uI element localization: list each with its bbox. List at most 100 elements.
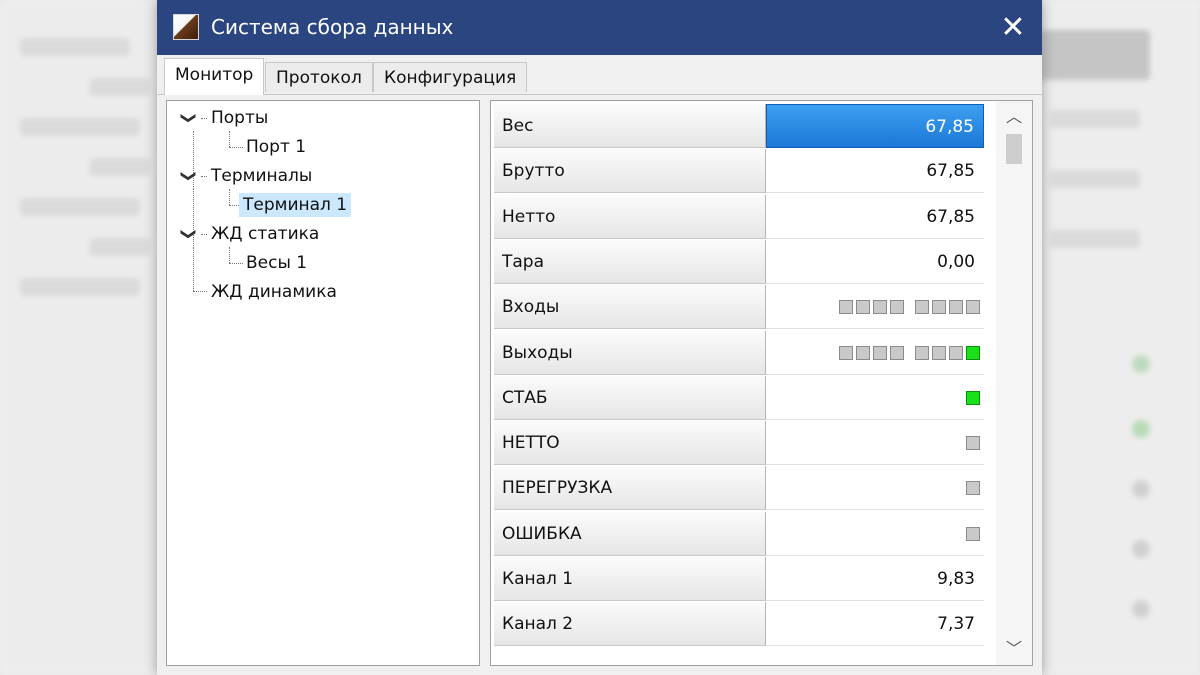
row-label: ОШИБКА (494, 511, 766, 556)
indicator-on-icon (966, 345, 980, 360)
tree-node-port-1[interactable]: Порт 1 (246, 135, 306, 159)
grid-row[interactable]: ПЕРЕГРУЗКА (494, 466, 984, 511)
scroll-down-button[interactable]: ﹀ (996, 633, 1032, 665)
background-window-left (0, 0, 160, 675)
grid-row[interactable]: Тара 0,00 (494, 239, 984, 285)
indicator-off-icon (932, 345, 946, 360)
indicator-off-icon (839, 345, 853, 360)
background-window-right (1040, 0, 1200, 675)
indicator-off-icon (873, 345, 887, 360)
grid-row[interactable]: Канал 1 9,83 (494, 557, 984, 602)
row-value[interactable] (766, 466, 984, 511)
indicator-off-icon (856, 345, 870, 360)
indicator-off-icon (949, 345, 963, 360)
row-value[interactable]: 7,37 (766, 602, 984, 647)
tree-node-ports[interactable]: Порты (211, 106, 268, 130)
indicator-off-icon (915, 345, 929, 360)
tree-node-rail-static[interactable]: ЖД статика (211, 222, 319, 246)
grid-row[interactable]: Брутто 67,85 (494, 149, 984, 194)
row-label: Вес (494, 104, 766, 148)
title-bar: Система сбора данных ✕ (157, 0, 1042, 55)
tree-node-rail-dynamic[interactable]: ЖД динамика (211, 280, 337, 304)
grid-row[interactable]: Канал 2 7,37 (494, 602, 984, 647)
row-label: Канал 2 (494, 602, 766, 647)
indicator-off-icon (966, 526, 980, 541)
chevron-down-icon[interactable]: ❯ (177, 224, 201, 244)
indicator-off-icon (915, 300, 929, 315)
grid-row[interactable]: НЕТТО (494, 421, 984, 466)
indicator-group (963, 481, 980, 496)
row-value[interactable]: 67,85 (766, 195, 984, 239)
grid-row[interactable]: Вес 67,85 (494, 104, 984, 149)
indicator-on-icon (966, 390, 980, 405)
tree-guide (229, 263, 243, 264)
indicator-off-icon (873, 300, 887, 315)
tree-guide (201, 118, 207, 119)
row-label: Нетто (494, 194, 766, 239)
row-value[interactable]: 67,85 (766, 149, 984, 194)
tree-node-terminals[interactable]: Терминалы (211, 164, 312, 188)
data-collection-window: Система сбора данных ✕ Монитор Протокол … (157, 0, 1042, 675)
window-title: Система сбора данных (211, 15, 454, 39)
chevron-down-icon[interactable]: ❯ (177, 166, 201, 186)
chevron-down-icon: ﹀ (1005, 639, 1022, 658)
tree-guide (229, 247, 230, 263)
indicator-off-icon (856, 300, 870, 315)
tab-bar: Монитор Протокол Конфигурация (157, 55, 1042, 95)
grid-row[interactable]: Выходы (494, 330, 984, 376)
indicator-off-icon (966, 300, 980, 315)
row-label: Входы (494, 285, 766, 330)
row-value[interactable] (766, 421, 984, 466)
tree-node-scales-1[interactable]: Весы 1 (246, 251, 307, 275)
tree-guide (229, 189, 230, 205)
row-label: СТАБ (494, 375, 766, 420)
row-label: НЕТТО (494, 421, 766, 466)
row-value[interactable] (766, 512, 984, 556)
device-tree[interactable]: ❯ Порты Порт 1 ❯ Терминалы Терминал 1 ❯ … (166, 100, 480, 666)
close-button[interactable]: ✕ (984, 0, 1042, 55)
indicator-off-icon (890, 345, 904, 360)
indicator-off-icon (839, 300, 853, 315)
row-value[interactable]: 67,85 (766, 104, 984, 148)
indicator-off-icon (890, 300, 904, 315)
tree-guide (229, 131, 230, 147)
indicator-off-icon (949, 300, 963, 315)
tab-divider (157, 94, 1042, 95)
row-label: Выходы (494, 330, 766, 375)
indicator-group (963, 390, 980, 405)
row-value[interactable] (766, 331, 984, 375)
indicator-off-icon (966, 481, 980, 496)
grid-row[interactable]: Входы (494, 285, 984, 330)
row-label: Канал 1 (494, 557, 766, 601)
tab-monitor[interactable]: Монитор (164, 58, 265, 95)
row-label: ПЕРЕГРУЗКА (494, 466, 766, 511)
indicator-group (963, 436, 980, 451)
row-label: Брутто (494, 149, 766, 194)
row-value[interactable]: 0,00 (766, 240, 984, 284)
row-value[interactable] (766, 376, 984, 420)
tree-guide (193, 291, 207, 292)
scroll-thumb[interactable] (1006, 134, 1022, 164)
tree-node-terminal-1[interactable]: Терминал 1 (239, 193, 352, 217)
chevron-down-icon[interactable]: ❯ (177, 108, 201, 128)
tree-guide (229, 147, 243, 148)
chevron-up-icon: ︿ (1005, 107, 1022, 126)
row-value[interactable]: 9,83 (766, 557, 984, 601)
grid-row[interactable]: Нетто 67,85 (494, 194, 984, 240)
tree-guide (193, 247, 194, 291)
close-icon: ✕ (1000, 9, 1026, 45)
row-label: Тара (494, 239, 766, 284)
indicator-group (836, 300, 980, 315)
app-icon (173, 14, 199, 40)
tab-protocol[interactable]: Протокол (265, 62, 373, 92)
indicator-group (963, 526, 980, 541)
indicator-off-icon (932, 300, 946, 315)
scroll-up-button[interactable]: ︿ (996, 101, 1032, 133)
tree-guide (229, 205, 239, 206)
tab-configuration[interactable]: Конфигурация (373, 62, 528, 92)
grid-row[interactable]: СТАБ (494, 375, 984, 421)
row-value[interactable] (766, 285, 984, 330)
grid-row[interactable]: ОШИБКА (494, 511, 984, 557)
vertical-scrollbar[interactable]: ︿ ﹀ (996, 101, 1032, 665)
monitor-grid[interactable]: Вес 67,85 Брутто 67,85 Нетто 67,85 Тара 0,00 Вхо… (490, 100, 1033, 666)
